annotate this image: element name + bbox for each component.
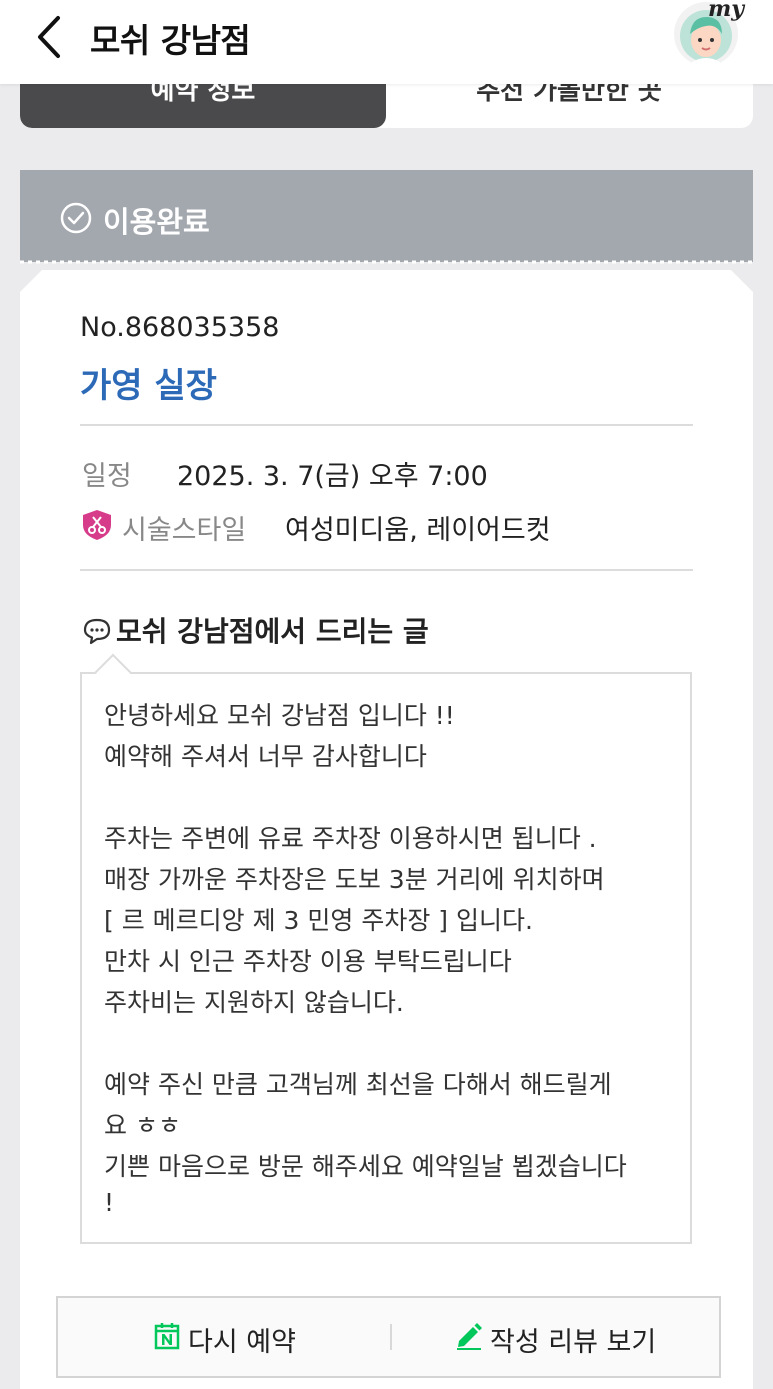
message-line: 예약해 주셔서 너무 감사합니다 (104, 742, 427, 771)
status-banner: 이용완료 (20, 170, 753, 262)
message-line: [ 르 메르디앙 제 3 민영 주차장 ] 입니다. (104, 906, 533, 935)
my-label: my (708, 0, 745, 22)
style-label: 시술스타일 (122, 515, 247, 546)
message-line: 주차는 주변에 유료 주차장 이용하시면 됩니다 . (104, 824, 597, 853)
top-header: 모쉬 강남점 my (0, 0, 773, 84)
designer-name[interactable]: 가영 실장 (80, 358, 217, 407)
message-line: 만차 시 인근 주차장 이용 부탁드립니다 (104, 947, 512, 976)
message-line: 요 ㅎㅎ (104, 1111, 181, 1140)
reservation-detail-page: 예약 정보 추천 가볼만한 곳 모쉬 강남점 my 이용완료 No.868035… (0, 0, 773, 1389)
action-bar: 다시 예약 작성 리뷰 보기 (56, 1296, 721, 1378)
schedule-label: 일정 (82, 461, 132, 492)
view-review-button[interactable]: 작성 리뷰 보기 (392, 1298, 721, 1376)
back-button[interactable] (30, 12, 70, 62)
message-line: ! (104, 1188, 115, 1217)
message-heading: 모쉬 강남점에서 드리는 글 (116, 615, 429, 648)
reservation-number: No.868035358 (80, 312, 280, 343)
message-line: 안녕하세요 모쉬 강남점 입니다 !! (104, 701, 455, 730)
naver-calendar-icon (154, 1323, 180, 1350)
style-value: 여성미디움, 레이어드컷 (285, 515, 551, 546)
message-line: 주차비는 지원하지 않습니다. (104, 988, 404, 1017)
schedule-value: 2025. 3. 7(금) 오후 7:00 (177, 461, 488, 492)
view-review-label: 작성 리뷰 보기 (490, 1327, 657, 1358)
divider (80, 424, 693, 426)
page-title: 모쉬 강남점 (90, 21, 251, 60)
message-line: 예약 주신 만큼 고객님께 최선을 다해서 해드릴게 (104, 1070, 612, 1099)
rebook-label: 다시 예약 (188, 1327, 296, 1358)
speech-bubble-icon (83, 618, 111, 645)
divider (80, 569, 693, 571)
message-line: 매장 가까운 주차장은 도보 3분 거리에 위치하며 (104, 865, 605, 894)
pencil-icon (457, 1323, 482, 1350)
scissors-shield-icon (83, 510, 111, 540)
shop-message-box: 안녕하세요 모쉬 강남점 입니다 !! 예약해 주셔서 너무 감사합니다 주차는… (80, 672, 692, 1244)
rebook-button[interactable]: 다시 예약 (58, 1298, 390, 1376)
reservation-card: No.868035358 가영 실장 일정 2025. 3. 7(금) 오후 7… (20, 270, 753, 1389)
ticket-perforation (20, 254, 753, 264)
chevron-left-icon (38, 16, 60, 58)
check-circle-icon (60, 202, 92, 234)
message-line: 기쁜 마음으로 방문 해주세요 예약일날 뵙겠습니다 (104, 1152, 627, 1181)
status-label: 이용완료 (103, 205, 210, 239)
